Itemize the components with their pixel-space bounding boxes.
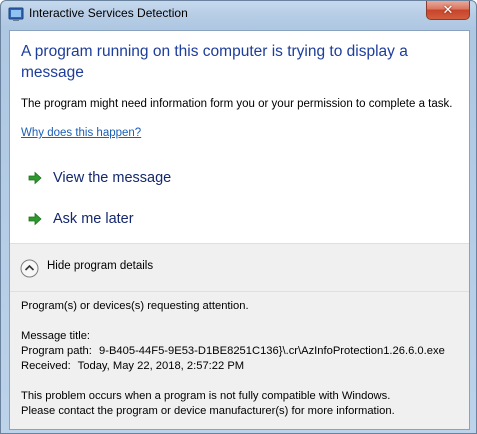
main-instruction: A program running on this computer is tr… (21, 43, 408, 81)
message-title-label: Message title: (21, 330, 91, 342)
view-message-button[interactable]: View the message (28, 165, 171, 191)
view-message-label: View the message (53, 170, 172, 186)
hide-details-label[interactable]: Hide program details (47, 260, 153, 272)
content-text: The program might need information form … (21, 98, 453, 110)
title-bar[interactable]: Interactive Services Detection ✕ (1, 1, 476, 29)
received-label: Received: (21, 360, 71, 372)
program-path-value: 9-B405-44F5-9E53-D1BE8251C136}\.cr\AzInf… (99, 345, 445, 357)
why-link[interactable]: Why does this happen? (21, 127, 141, 139)
details-expander: Hide program details (10, 243, 469, 292)
close-button[interactable]: ✕ (426, 1, 470, 20)
requesting-text: Program(s) or devices(s) requesting atte… (21, 300, 249, 312)
program-path-label: Program path: (21, 345, 92, 357)
close-icon: ✕ (442, 2, 454, 18)
green-arrow-icon (28, 171, 42, 185)
ask-later-label: Ask me later (53, 211, 134, 227)
window-title: Interactive Services Detection (29, 6, 188, 20)
compat-note-2: Please contact the program or device man… (21, 405, 395, 417)
program-details: Program(s) or devices(s) requesting atte… (10, 292, 469, 429)
ask-later-button[interactable]: Ask me later (28, 206, 134, 232)
program-path-row: Program path: 9-B405-44F5-9E53-D1BE8251C… (21, 345, 445, 357)
compat-note-1: This problem occurs when a program is no… (21, 390, 391, 402)
dialog-window: Interactive Services Detection ✕ A progr… (0, 0, 477, 434)
received-value: Today, May 22, 2018, 2:57:22 PM (77, 360, 245, 372)
chevron-up-icon[interactable] (20, 259, 39, 278)
green-arrow-icon (28, 212, 42, 226)
dialog-content: A program running on this computer is tr… (9, 30, 470, 430)
app-icon (8, 7, 24, 21)
received-row: Received: Today, May 22, 2018, 2:57:22 P… (21, 360, 244, 372)
